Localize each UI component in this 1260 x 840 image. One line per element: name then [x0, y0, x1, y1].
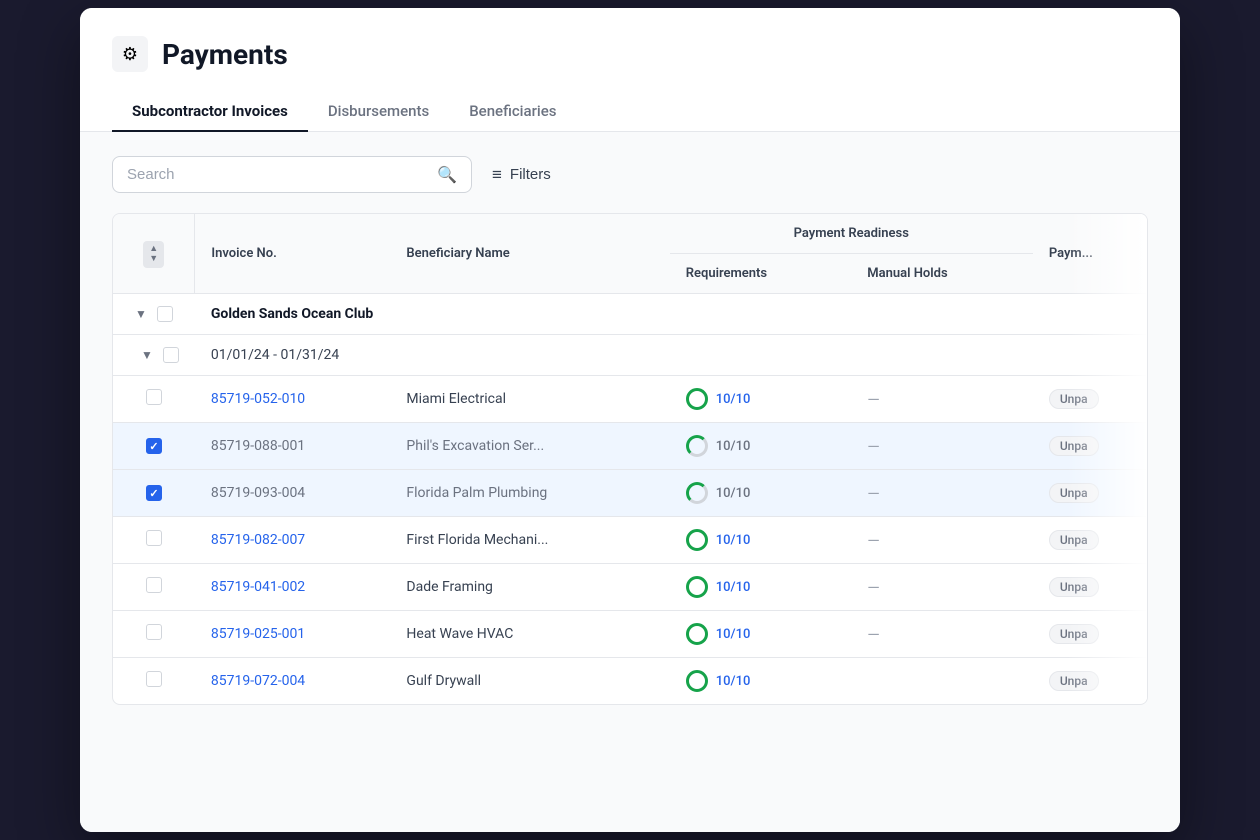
- toolbar: 🔍 ≡ Filters: [112, 156, 1148, 193]
- beneficiary-7: Gulf Drywall: [390, 658, 669, 705]
- status-circle-4: [686, 529, 708, 551]
- status-badge-4: Unpa: [1049, 530, 1099, 550]
- group-row-golden-sands: ▼ Golden Sands Ocean Club: [113, 294, 1147, 335]
- fraction-link-6[interactable]: 10/10: [716, 627, 751, 642]
- readiness-7: 10/10: [686, 670, 836, 692]
- group-name: Golden Sands Ocean Club: [195, 294, 1147, 335]
- readiness-3: 10/10: [686, 482, 836, 504]
- row-checkbox-2[interactable]: [146, 438, 162, 454]
- col-invoice-no: Invoice No.: [195, 214, 391, 294]
- status-circle-7: [686, 670, 708, 692]
- page-title: Payments: [162, 38, 288, 71]
- fraction-link-7[interactable]: 10/10: [716, 674, 751, 689]
- row-checkbox-7[interactable]: [146, 671, 162, 687]
- fraction-link-1[interactable]: 10/10: [716, 392, 751, 407]
- search-box: 🔍: [112, 156, 472, 193]
- table-row-6: 85719-025-001 Heat Wave HVAC 10/10 — Unp…: [113, 611, 1147, 658]
- col-requirements: Requirements: [670, 254, 852, 294]
- table-row-7: 85719-072-004 Gulf Drywall 10/10 Unpa: [113, 658, 1147, 705]
- manual-holds-2: —: [867, 437, 880, 456]
- table-row-selected: 85719-088-001 Phil's Excavation Ser... 1…: [113, 423, 1147, 470]
- invoice-link-6[interactable]: 85719-025-001: [211, 626, 305, 642]
- tab-bar: Subcontractor Invoices Disbursements Ben…: [112, 92, 1148, 131]
- page-header: ⚙ Payments Subcontractor Invoices Disbur…: [80, 8, 1180, 132]
- invoice-link-5[interactable]: 85719-041-002: [211, 579, 305, 595]
- filter-icon: ≡: [492, 165, 502, 185]
- main-content: 🔍 ≡ Filters ▲ ▼: [80, 132, 1180, 832]
- row-checkbox-4[interactable]: [146, 530, 162, 546]
- invoice-link-3[interactable]: 85719-093-004: [211, 485, 305, 501]
- readiness-5: 10/10: [686, 576, 836, 598]
- status-badge-2: Unpa: [1049, 436, 1099, 456]
- fraction-link-4[interactable]: 10/10: [716, 533, 751, 548]
- status-circle-6: [686, 623, 708, 645]
- readiness-1: 10/10: [686, 388, 836, 410]
- row-checkbox-6[interactable]: [146, 624, 162, 640]
- status-circle-2: [686, 435, 708, 457]
- beneficiary-4: First Florida Mechani...: [390, 517, 669, 564]
- row-checkbox-1[interactable]: [146, 389, 162, 405]
- sub-group-row: ▼ 01/01/24 - 01/31/24: [113, 335, 1147, 376]
- table-row-4: 85719-082-007 First Florida Mechani... 1…: [113, 517, 1147, 564]
- tab-subcontractor-invoices[interactable]: Subcontractor Invoices: [112, 92, 308, 132]
- fraction-link-2[interactable]: 10/10: [716, 439, 751, 454]
- beneficiary-3: Florida Palm Plumbing: [390, 470, 669, 517]
- beneficiary-1: Miami Electrical: [390, 376, 669, 423]
- status-badge-5: Unpa: [1049, 577, 1099, 597]
- table-row: 85719-052-010 Miami Electrical 10/10 — U…: [113, 376, 1147, 423]
- readiness-2: 10/10: [686, 435, 836, 457]
- table-row-selected-2: 85719-093-004 Florida Palm Plumbing 10/1…: [113, 470, 1147, 517]
- invoice-link-7[interactable]: 85719-072-004: [211, 673, 305, 689]
- beneficiary-6: Heat Wave HVAC: [390, 611, 669, 658]
- row-checkbox-5[interactable]: [146, 577, 162, 593]
- tab-disbursements[interactable]: Disbursements: [308, 92, 449, 132]
- status-circle-5: [686, 576, 708, 598]
- beneficiary-2: Phil's Excavation Ser...: [390, 423, 669, 470]
- status-badge-7: Unpa: [1049, 671, 1099, 691]
- col-manual-holds: Manual Holds: [851, 254, 1033, 294]
- tab-beneficiaries[interactable]: Beneficiaries: [449, 92, 576, 132]
- row-checkbox-3[interactable]: [146, 485, 162, 501]
- fraction-link-5[interactable]: 10/10: [716, 580, 751, 595]
- status-badge-6: Unpa: [1049, 624, 1099, 644]
- manual-holds-3: —: [867, 484, 880, 503]
- table-body: ▼ Golden Sands Ocean Club ▼: [113, 294, 1147, 705]
- readiness-6: 10/10: [686, 623, 836, 645]
- header-top: ⚙ Payments: [112, 36, 1148, 72]
- search-icon: 🔍: [437, 165, 457, 184]
- sort-arrows[interactable]: ▲ ▼: [143, 241, 164, 268]
- invoice-link-4[interactable]: 85719-082-007: [211, 532, 305, 548]
- readiness-4: 10/10: [686, 529, 836, 551]
- status-badge-3: Unpa: [1049, 483, 1099, 503]
- manual-holds-1: —: [867, 390, 880, 409]
- fraction-link-3[interactable]: 10/10: [716, 486, 751, 501]
- status-circle-3: [686, 482, 708, 504]
- beneficiary-5: Dade Framing: [390, 564, 669, 611]
- table: ▲ ▼ Invoice No. Beneficiary Name Payment…: [113, 214, 1147, 704]
- invoice-link-1[interactable]: 85719-052-010: [211, 391, 305, 407]
- manual-holds-6: —: [867, 625, 880, 644]
- search-input[interactable]: [127, 166, 427, 183]
- invoice-table: ▲ ▼ Invoice No. Beneficiary Name Payment…: [112, 213, 1148, 705]
- col-payment-status: Paym...: [1033, 214, 1147, 294]
- filters-button[interactable]: ≡ Filters: [488, 157, 555, 193]
- group-checkbox[interactable]: [157, 306, 173, 322]
- manual-holds-4: —: [867, 531, 880, 550]
- chevron-down-icon-sub[interactable]: ▼: [141, 348, 153, 362]
- chevron-down-icon[interactable]: ▼: [135, 307, 147, 321]
- invoice-link-2[interactable]: 85719-088-001: [211, 438, 305, 454]
- sub-group-date: 01/01/24 - 01/31/24: [195, 335, 1147, 376]
- main-window: ⚙ Payments Subcontractor Invoices Disbur…: [80, 8, 1180, 832]
- status-circle-1: [686, 388, 708, 410]
- status-badge-1: Unpa: [1049, 389, 1099, 409]
- col-beneficiary-name: Beneficiary Name: [390, 214, 669, 294]
- table-row-5: 85719-041-002 Dade Framing 10/10 — Unpa: [113, 564, 1147, 611]
- subgroup-checkbox[interactable]: [163, 347, 179, 363]
- table-header-row-1: ▲ ▼ Invoice No. Beneficiary Name Payment…: [113, 214, 1147, 254]
- col-payment-readiness-group: Payment Readiness: [670, 214, 1033, 254]
- manual-holds-5: —: [867, 578, 880, 597]
- gear-icon: ⚙: [112, 36, 148, 72]
